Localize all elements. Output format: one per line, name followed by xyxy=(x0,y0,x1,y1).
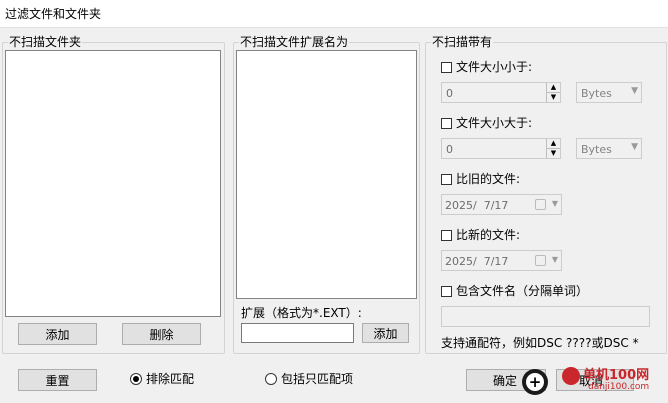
extensions-group-legend: 不扫描文件扩展名为 xyxy=(239,35,350,49)
exclude-match-radio[interactable] xyxy=(130,373,142,385)
add-folder-button[interactable]: 添加 xyxy=(18,323,97,345)
size-less-unit-select[interactable]: Bytes ▼ xyxy=(576,82,642,103)
window-title: 过滤文件和文件夹 xyxy=(5,7,102,21)
spin-up-icon[interactable]: ▲ xyxy=(547,83,560,93)
name-contains-input[interactable] xyxy=(441,306,650,327)
extension-format-label: 扩展（格式为*.EXT）: xyxy=(241,306,362,320)
size-greater-value: 0 xyxy=(446,143,453,156)
size-less-unit-value: Bytes xyxy=(581,87,612,100)
size-greater-checkbox[interactable] xyxy=(441,118,452,129)
size-greater-spin-buttons[interactable]: ▲ ▼ xyxy=(546,139,560,158)
older-label: 比旧的文件: xyxy=(456,172,521,186)
size-greater-unit-value: Bytes xyxy=(581,143,612,156)
include-only-label: 包括只匹配项 xyxy=(281,372,354,386)
calendar-icon xyxy=(535,199,546,210)
watermark-url: danji100.com xyxy=(588,382,650,392)
size-less-label: 文件大小小于: xyxy=(456,60,533,74)
criteria-group-legend: 不扫描带有 xyxy=(431,35,494,49)
watermark-logo-icon xyxy=(562,367,580,385)
exclude-match-label: 排除匹配 xyxy=(146,372,195,386)
size-greater-label: 文件大小大于: xyxy=(456,116,533,130)
size-less-value: 0 xyxy=(446,87,453,100)
size-less-spin-buttons[interactable]: ▲ ▼ xyxy=(546,83,560,102)
chevron-down-icon: ▼ xyxy=(551,255,558,264)
extension-input[interactable] xyxy=(241,323,354,343)
newer-date-picker[interactable]: 2025/ 7/17 ▼ xyxy=(441,250,562,271)
size-less-checkbox[interactable] xyxy=(441,62,452,73)
spin-down-icon[interactable]: ▼ xyxy=(547,149,560,159)
chevron-down-icon: ▼ xyxy=(631,142,638,152)
size-less-spinbox[interactable]: 0 ▲ ▼ xyxy=(441,82,561,103)
size-greater-unit-select[interactable]: Bytes ▼ xyxy=(576,138,642,159)
name-contains-checkbox[interactable] xyxy=(441,286,452,297)
older-date-picker[interactable]: 2025/ 7/17 ▼ xyxy=(441,194,562,215)
reset-button[interactable]: 重置 xyxy=(18,369,97,391)
radio-selected-dot xyxy=(133,376,139,382)
folders-group-legend: 不扫描文件夹 xyxy=(8,35,83,49)
folders-list[interactable] xyxy=(5,50,221,317)
extensions-list[interactable] xyxy=(236,50,417,299)
add-circle-icon: + xyxy=(522,369,548,395)
wildcard-hint: 支持通配符，例如DSC ????或DSC * xyxy=(441,336,639,350)
spin-down-icon[interactable]: ▼ xyxy=(547,93,560,103)
older-checkbox[interactable] xyxy=(441,174,452,185)
newer-date-value: 2025/ 7/17 xyxy=(445,255,509,268)
include-only-radio[interactable] xyxy=(265,373,277,385)
size-greater-spinbox[interactable]: 0 ▲ ▼ xyxy=(441,138,561,159)
calendar-icon xyxy=(535,255,546,266)
newer-checkbox[interactable] xyxy=(441,230,452,241)
spin-up-icon[interactable]: ▲ xyxy=(547,139,560,149)
chevron-down-icon: ▼ xyxy=(551,199,558,208)
add-extension-button[interactable]: 添加 xyxy=(362,323,409,343)
delete-folder-button[interactable]: 删除 xyxy=(122,323,201,345)
newer-label: 比新的文件: xyxy=(456,228,521,242)
name-contains-label: 包含文件名（分隔单词） xyxy=(456,284,589,298)
older-date-value: 2025/ 7/17 xyxy=(445,199,509,212)
ok-button-label: 确定 xyxy=(493,373,518,388)
watermark-text: 单机100网 xyxy=(583,368,650,383)
chevron-down-icon: ▼ xyxy=(631,86,638,96)
